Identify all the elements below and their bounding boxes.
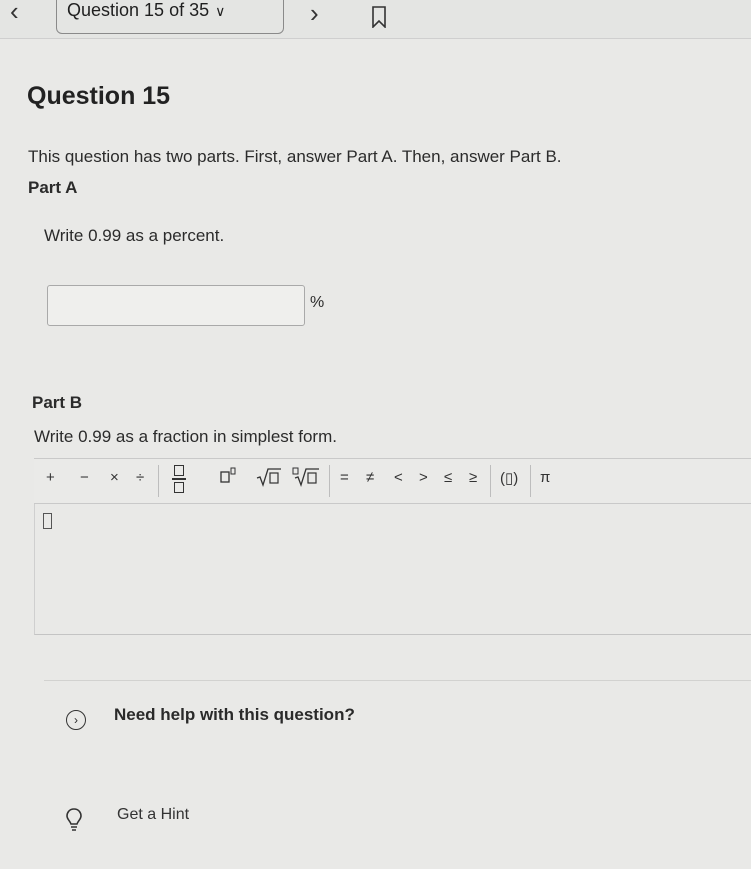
divide-button[interactable]: ÷ bbox=[136, 469, 144, 486]
percent-unit-label: % bbox=[310, 294, 325, 311]
part-b-prompt: Write 0.99 as a fraction in simplest for… bbox=[34, 427, 337, 446]
input-placeholder-box bbox=[43, 513, 52, 529]
fraction-numerator-box bbox=[174, 465, 184, 476]
toolbar-divider bbox=[158, 465, 159, 497]
equals-button[interactable]: = bbox=[340, 469, 349, 486]
plus-button[interactable]: + bbox=[46, 469, 55, 486]
fraction-button[interactable] bbox=[172, 465, 186, 493]
chevron-left-icon[interactable]: ‹ bbox=[10, 0, 19, 27]
question-content: Question 15 This question has two parts.… bbox=[0, 38, 751, 869]
toolbar-divider bbox=[490, 465, 491, 497]
bookmark-icon[interactable] bbox=[372, 6, 386, 33]
not-equal-button[interactable]: ≠ bbox=[366, 469, 374, 486]
times-button[interactable]: × bbox=[110, 469, 119, 486]
fraction-bar bbox=[172, 478, 186, 480]
fraction-answer-input[interactable] bbox=[34, 504, 751, 635]
lightbulb-icon bbox=[66, 808, 82, 837]
toolbar-divider bbox=[530, 465, 531, 497]
get-hint-button[interactable]: Get a Hint bbox=[117, 806, 189, 824]
question-selector[interactable]: Question 15 of 35 ∨ bbox=[56, 0, 284, 34]
greater-equal-button[interactable]: ≥ bbox=[469, 469, 477, 486]
part-a-prompt: Write 0.99 as a percent. bbox=[44, 226, 225, 245]
less-equal-button[interactable]: ≤ bbox=[444, 469, 452, 486]
nth-root-button[interactable] bbox=[292, 467, 320, 491]
need-help-toggle[interactable]: Need help with this question? bbox=[114, 705, 355, 725]
math-toolbar: + − × ÷ = ≠ < > ≤ ≥ (▯) π bbox=[34, 458, 751, 504]
minus-button[interactable]: − bbox=[80, 469, 89, 486]
square-root-button[interactable] bbox=[256, 467, 282, 491]
question-selector-label: Question 15 of 35 bbox=[67, 0, 210, 20]
part-a-heading: Part A bbox=[28, 178, 78, 197]
question-nav-bar: ‹ Question 15 of 35 ∨ › bbox=[0, 0, 751, 39]
page-title: Question 15 bbox=[27, 82, 171, 110]
chevron-right-circle-icon[interactable]: › bbox=[66, 710, 86, 730]
chevron-down-icon: ∨ bbox=[215, 3, 226, 19]
parentheses-button[interactable]: (▯) bbox=[500, 469, 518, 487]
less-than-button[interactable]: < bbox=[394, 469, 403, 486]
percent-answer-input[interactable] bbox=[47, 285, 305, 326]
greater-than-button[interactable]: > bbox=[419, 469, 428, 486]
pi-button[interactable]: π bbox=[540, 469, 550, 486]
hint-row[interactable]: Get a Hint bbox=[44, 802, 704, 840]
chevron-right-icon[interactable]: › bbox=[310, 0, 319, 29]
part-b-heading: Part B bbox=[32, 393, 83, 412]
question-intro: This question has two parts. First, answ… bbox=[28, 147, 562, 166]
exponent-button[interactable] bbox=[220, 467, 236, 489]
section-divider bbox=[44, 680, 751, 681]
fraction-denominator-box bbox=[174, 482, 184, 493]
toolbar-divider bbox=[329, 465, 330, 497]
